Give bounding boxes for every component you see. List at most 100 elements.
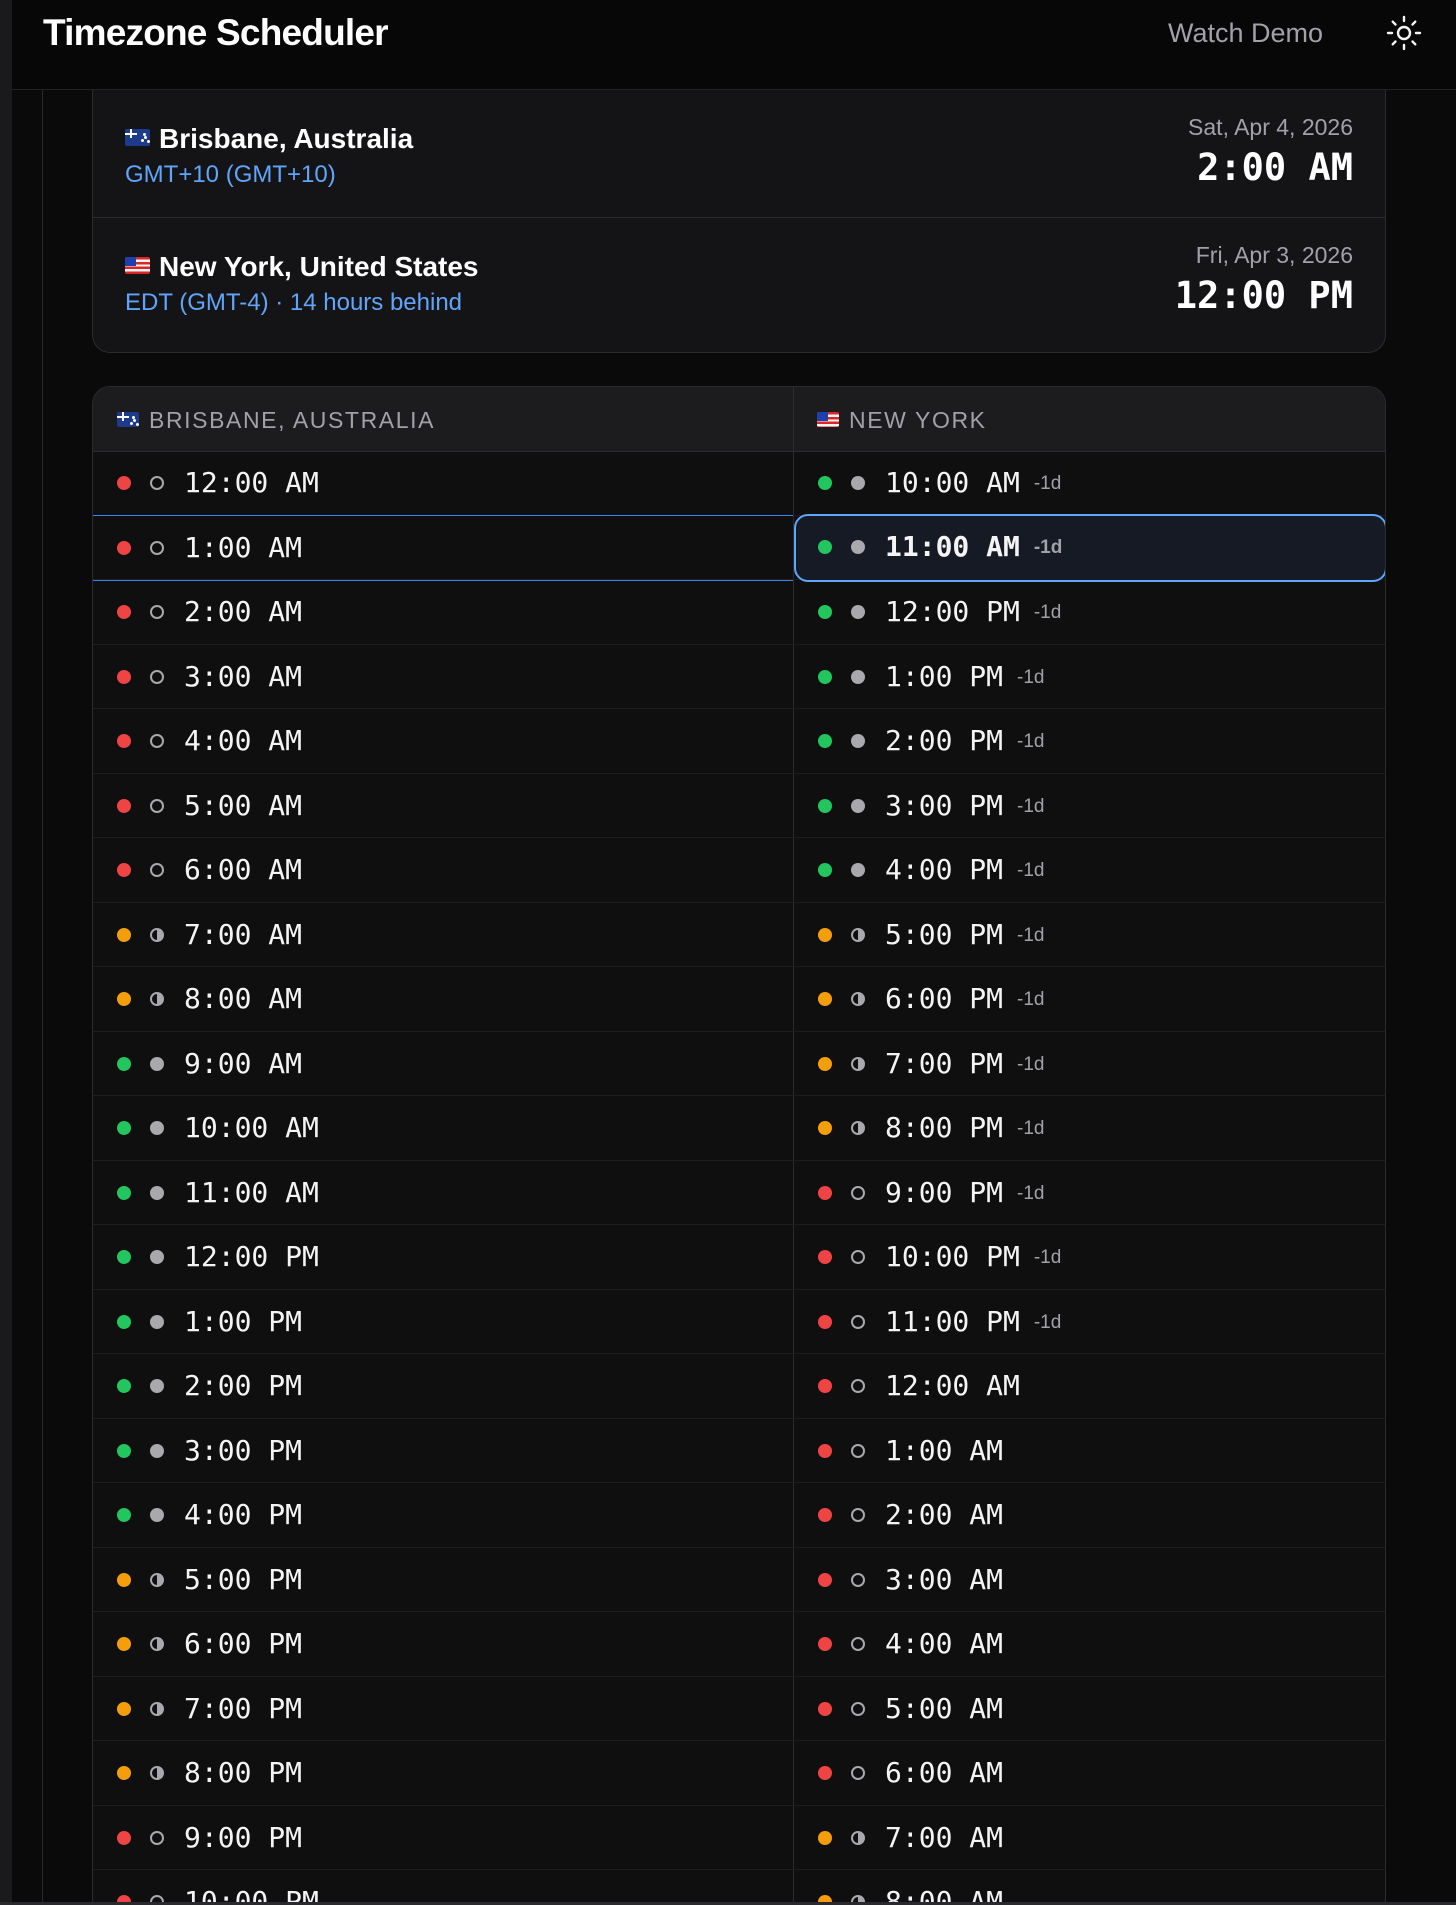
new-york-time-cell[interactable]: 7:00 PM -1d	[794, 1032, 1385, 1096]
time-row[interactable]: 3:00 AM 1:00 PM -1d	[93, 645, 1385, 709]
new-york-time-cell[interactable]: 12:00 PM -1d	[794, 580, 1385, 644]
time-row[interactable]: 8:00 PM 6:00 AM	[93, 1741, 1385, 1806]
column-header-new-york: NEW YORK	[817, 405, 987, 435]
brisbane-time-cell[interactable]: 7:00 AM	[93, 903, 793, 967]
new-york-time-cell[interactable]: 9:00 PM -1d	[794, 1161, 1385, 1225]
column-header-label: NEW YORK	[849, 407, 987, 433]
time-row[interactable]: 10:00 PM 8:00 AM	[93, 1870, 1385, 1905]
brisbane-time-cell[interactable]: 3:00 PM	[93, 1419, 793, 1483]
new-york-time-cell[interactable]: 12:00 AM	[794, 1354, 1385, 1418]
time-row[interactable]: 12:00 AM 10:00 AM -1d	[93, 451, 1385, 516]
brisbane-time-cell[interactable]: 5:00 PM	[93, 1548, 793, 1612]
night-icon	[150, 798, 164, 813]
new-york-time-cell[interactable]: 5:00 PM -1d	[794, 903, 1385, 967]
new-york-time-cell[interactable]: 11:00 AM -1d	[794, 513, 1385, 582]
new-york-time-cell[interactable]: 7:00 AM	[794, 1806, 1385, 1870]
day-offset-badge: -1d	[1033, 473, 1062, 494]
new-york-time-cell[interactable]: 6:00 PM -1d	[794, 967, 1385, 1031]
time-row[interactable]: 8:00 AM 6:00 PM -1d	[93, 967, 1385, 1032]
hour-text: 5:00 AM	[885, 1691, 1004, 1725]
app-page: Timezone Scheduler Watch Demo Brisbane, …	[0, 0, 1456, 1905]
day-offset-badge: -1d	[1017, 989, 1045, 1010]
hour-label: 10:00 PM -1d	[885, 1240, 1061, 1275]
brisbane-time-cell[interactable]: 2:00 PM	[93, 1354, 793, 1418]
new-york-time-cell[interactable]: 8:00 PM -1d	[794, 1096, 1385, 1160]
time-row[interactable]: 1:00 PM 11:00 PM -1d	[93, 1290, 1385, 1354]
availability-dot-icon	[117, 1637, 131, 1651]
time-row[interactable]: 6:00 PM 4:00 AM	[93, 1612, 1385, 1677]
time-row[interactable]: 7:00 AM 5:00 PM -1d	[93, 903, 1385, 967]
new-york-time-cell[interactable]: 5:00 AM	[794, 1677, 1385, 1741]
hour-text: 8:00 PM	[885, 1111, 1004, 1144]
brisbane-time-cell[interactable]: 4:00 AM	[93, 709, 793, 773]
time-row[interactable]: 1:00 AM 11:00 AM -1d	[93, 513, 1385, 582]
twilight-icon	[150, 1766, 164, 1780]
time-row[interactable]: 6:00 AM 4:00 PM -1d	[93, 838, 1385, 903]
new-york-time-cell[interactable]: 2:00 AM	[794, 1483, 1385, 1547]
summary-row-brisbane[interactable]: Brisbane, Australia GMT+10 (GMT+10) Sat,…	[93, 84, 1385, 218]
time-row[interactable]: 2:00 PM 12:00 AM	[93, 1354, 1385, 1419]
twilight-icon	[851, 927, 865, 942]
time-row[interactable]: 10:00 AM 8:00 PM -1d	[93, 1096, 1385, 1161]
usa-flag-icon	[125, 257, 150, 274]
brisbane-time-cell[interactable]: 8:00 PM	[93, 1741, 793, 1805]
new-york-time-cell[interactable]: 11:00 PM -1d	[794, 1290, 1385, 1354]
hour-text: 1:00 PM	[184, 1304, 303, 1338]
brisbane-time-cell[interactable]: 8:00 AM	[93, 967, 793, 1031]
time-row[interactable]: 9:00 PM 7:00 AM	[93, 1806, 1385, 1870]
twilight-icon	[150, 1637, 164, 1651]
time-row[interactable]: 5:00 PM 3:00 AM	[93, 1548, 1385, 1612]
australia-flag-icon	[117, 412, 139, 427]
watch-demo-link[interactable]: Watch Demo	[1168, 15, 1323, 51]
time-row[interactable]: 4:00 PM 2:00 AM	[93, 1483, 1385, 1548]
new-york-time-cell[interactable]: 4:00 AM	[794, 1612, 1385, 1676]
new-york-time-cell[interactable]: 3:00 PM -1d	[794, 774, 1385, 838]
new-york-time-cell[interactable]: 2:00 PM -1d	[794, 709, 1385, 773]
new-york-time-cell[interactable]: 10:00 AM -1d	[794, 451, 1385, 515]
brisbane-time-cell[interactable]: 12:00 AM	[93, 451, 793, 515]
australia-flag-icon	[125, 129, 150, 146]
availability-dot-icon	[818, 1056, 832, 1071]
time-row[interactable]: 9:00 AM 7:00 PM -1d	[93, 1032, 1385, 1096]
brisbane-time-cell[interactable]: 5:00 AM	[93, 774, 793, 838]
time-row[interactable]: 2:00 AM 12:00 PM -1d	[93, 580, 1385, 645]
time-row[interactable]: 5:00 AM 3:00 PM -1d	[93, 774, 1385, 838]
availability-dot-icon	[117, 798, 131, 813]
brisbane-time-cell[interactable]: 1:00 PM	[93, 1290, 793, 1354]
brisbane-time-cell[interactable]: 6:00 AM	[93, 838, 793, 902]
brisbane-time-cell[interactable]: 7:00 PM	[93, 1677, 793, 1741]
time-row[interactable]: 4:00 AM 2:00 PM -1d	[93, 709, 1385, 774]
new-york-time-cell[interactable]: 6:00 AM	[794, 1741, 1385, 1805]
new-york-time-cell[interactable]: 1:00 AM	[794, 1419, 1385, 1483]
hour-label: 3:00 PM -1d	[885, 789, 1044, 824]
brisbane-time-cell[interactable]: 12:00 PM	[93, 1225, 793, 1289]
summary-row-new-york[interactable]: New York, United States EDT (GMT-4) · 14…	[93, 217, 1385, 352]
brisbane-time-cell[interactable]: 9:00 PM	[93, 1806, 793, 1870]
time-row[interactable]: 11:00 AM 9:00 PM -1d	[93, 1161, 1385, 1225]
availability-dot-icon	[117, 1508, 131, 1522]
brisbane-time-cell[interactable]: 1:00 AM	[93, 514, 793, 581]
brisbane-time-cell[interactable]: 6:00 PM	[93, 1612, 793, 1676]
brisbane-time-cell[interactable]: 4:00 PM	[93, 1483, 793, 1547]
theme-toggle-button[interactable]	[1384, 13, 1424, 53]
time-row[interactable]: 12:00 PM 10:00 PM -1d	[93, 1225, 1385, 1290]
availability-dot-icon	[818, 669, 832, 684]
brisbane-time-cell[interactable]: 2:00 AM	[93, 580, 793, 644]
brisbane-time-cell[interactable]: 10:00 PM	[93, 1870, 793, 1905]
daytime-icon	[150, 1121, 164, 1135]
brisbane-time-cell[interactable]: 11:00 AM	[93, 1161, 793, 1225]
new-york-time-cell[interactable]: 3:00 AM	[794, 1548, 1385, 1612]
night-icon	[851, 1314, 865, 1329]
new-york-time-cell[interactable]: 1:00 PM -1d	[794, 645, 1385, 709]
brisbane-time-cell[interactable]: 10:00 AM	[93, 1096, 793, 1160]
new-york-time-cell[interactable]: 8:00 AM	[794, 1870, 1385, 1905]
brisbane-time-cell[interactable]: 3:00 AM	[93, 645, 793, 709]
hour-text: 3:00 PM	[184, 1433, 303, 1467]
time-row[interactable]: 3:00 PM 1:00 AM	[93, 1419, 1385, 1483]
brisbane-time-cell[interactable]: 9:00 AM	[93, 1032, 793, 1096]
time-row[interactable]: 7:00 PM 5:00 AM	[93, 1677, 1385, 1741]
new-york-time-cell[interactable]: 10:00 PM -1d	[794, 1225, 1385, 1289]
hour-label: 6:00 AM	[885, 1756, 1003, 1790]
new-york-time-cell[interactable]: 4:00 PM -1d	[794, 838, 1385, 902]
hour-label: 3:00 AM	[885, 1563, 1003, 1597]
